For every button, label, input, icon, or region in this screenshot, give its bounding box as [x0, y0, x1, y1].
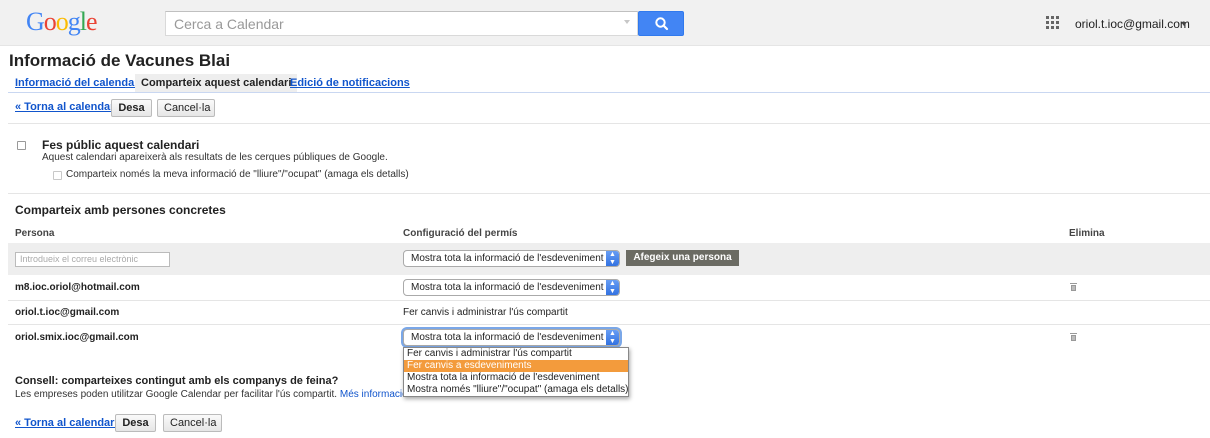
select-arrows-icon: ▲ ▼ [606, 251, 619, 266]
tip-title: Consell: comparteixes contingut amb els … [15, 375, 339, 387]
cancel-button[interactable]: Cancel·la [157, 99, 215, 117]
column-person: Persona [15, 228, 55, 239]
google-logo[interactable]: Google [26, 7, 98, 36]
search-icon [655, 17, 669, 31]
trash-icon[interactable] [1070, 333, 1077, 341]
search-input[interactable]: Cerca a Calendar [165, 11, 638, 36]
row-divider [8, 324, 1210, 325]
tabs-divider [8, 92, 1210, 93]
logo-letter: o [43, 7, 57, 36]
select-arrows-icon: ▲ ▼ [606, 330, 619, 345]
column-remove: Elimina [1069, 228, 1105, 239]
add-person-button[interactable]: Afegeix una persona [626, 250, 739, 266]
select-value: Mostra tota la informació de l'esdevenim… [411, 253, 604, 264]
dropdown-option[interactable]: Mostra només "lliure"/"ocupat" (amaga el… [404, 384, 629, 396]
logo-letter: e [86, 7, 98, 36]
permission-dropdown-menu: Fer canvis i administrar l'ús compartit … [403, 347, 629, 397]
share-row-email: oriol.smix.ioc@gmail.com [15, 332, 139, 343]
make-public-title: Fes públic aquest calendari [42, 138, 200, 152]
account-caret-icon[interactable] [1181, 22, 1187, 26]
select-arrows-icon: ▲ ▼ [606, 280, 619, 295]
learn-more-link[interactable]: Més informació [340, 389, 408, 400]
dropdown-option-highlighted[interactable]: Fer canvis a esdeveniments [404, 360, 628, 372]
logo-letter: o [55, 7, 69, 36]
back-to-calendar-link[interactable]: « Torna al calendari [15, 101, 118, 113]
top-bar: Google Cerca a Calendar oriol.t.ioc@gmai… [0, 0, 1210, 46]
dropdown-option[interactable]: Fer canvis i administrar l'ús compartit [404, 348, 628, 360]
apps-grid-icon[interactable] [1046, 16, 1060, 30]
cancel-button[interactable]: Cancel·la [163, 414, 222, 432]
tab-share-calendar[interactable]: Comparteix aquest calendari [135, 74, 298, 92]
share-row-email: oriol.t.ioc@gmail.com [15, 307, 120, 318]
search-button[interactable] [638, 11, 684, 36]
tip-text-body: Les empreses poden utilitzar Google Cale… [15, 389, 338, 400]
logo-letter: g [67, 7, 81, 36]
make-public-description: Aquest calendari apareixerà als resultat… [42, 152, 388, 163]
tip-text: Les empreses poden utilitzar Google Cale… [15, 389, 408, 400]
page-title: Informació de Vacunes Blai [9, 51, 231, 70]
save-button[interactable]: Desa [111, 99, 152, 117]
tab-calendar-info[interactable]: Informació del calendari [15, 74, 142, 92]
tab-notifications[interactable]: Edició de notificacions [290, 74, 410, 92]
select-value: Mostra tota la informació de l'esdevenim… [411, 332, 604, 343]
free-busy-label: Comparteix només la meva informació de "… [66, 169, 409, 180]
share-row-permission-select[interactable]: Mostra tota la informació de l'esdevenim… [403, 329, 620, 346]
make-public-checkbox[interactable] [17, 141, 26, 150]
back-to-calendar-link[interactable]: « Torna al calendari [15, 417, 118, 429]
select-value: Mostra tota la informació de l'esdevenim… [411, 282, 604, 293]
new-person-permission-select[interactable]: Mostra tota la informació de l'esdevenim… [403, 250, 620, 267]
free-busy-checkbox[interactable] [53, 171, 62, 180]
row-divider [8, 300, 1210, 301]
logo-letter: G [26, 7, 45, 36]
account-email[interactable]: oriol.t.ioc@gmail.com [1075, 17, 1190, 31]
save-button[interactable]: Desa [115, 414, 156, 432]
divider [8, 193, 1210, 194]
share-section-title: Comparteix amb persones concretes [15, 203, 226, 217]
dropdown-option[interactable]: Mostra tota la informació de l'esdevenim… [404, 372, 628, 384]
column-permission: Configuració del permís [403, 228, 518, 239]
trash-icon[interactable] [1070, 283, 1077, 291]
divider [8, 123, 1210, 124]
share-row-email: m8.ioc.oriol@hotmail.com [15, 282, 140, 293]
share-row-permission-text: Fer canvis i administrar l'ús compartit [403, 307, 568, 318]
share-row-permission-select[interactable]: Mostra tota la informació de l'esdevenim… [403, 279, 620, 296]
new-person-email-input[interactable]: Introdueix el correu electrònic [15, 252, 170, 267]
search-dropdown-caret-icon[interactable] [624, 20, 630, 24]
